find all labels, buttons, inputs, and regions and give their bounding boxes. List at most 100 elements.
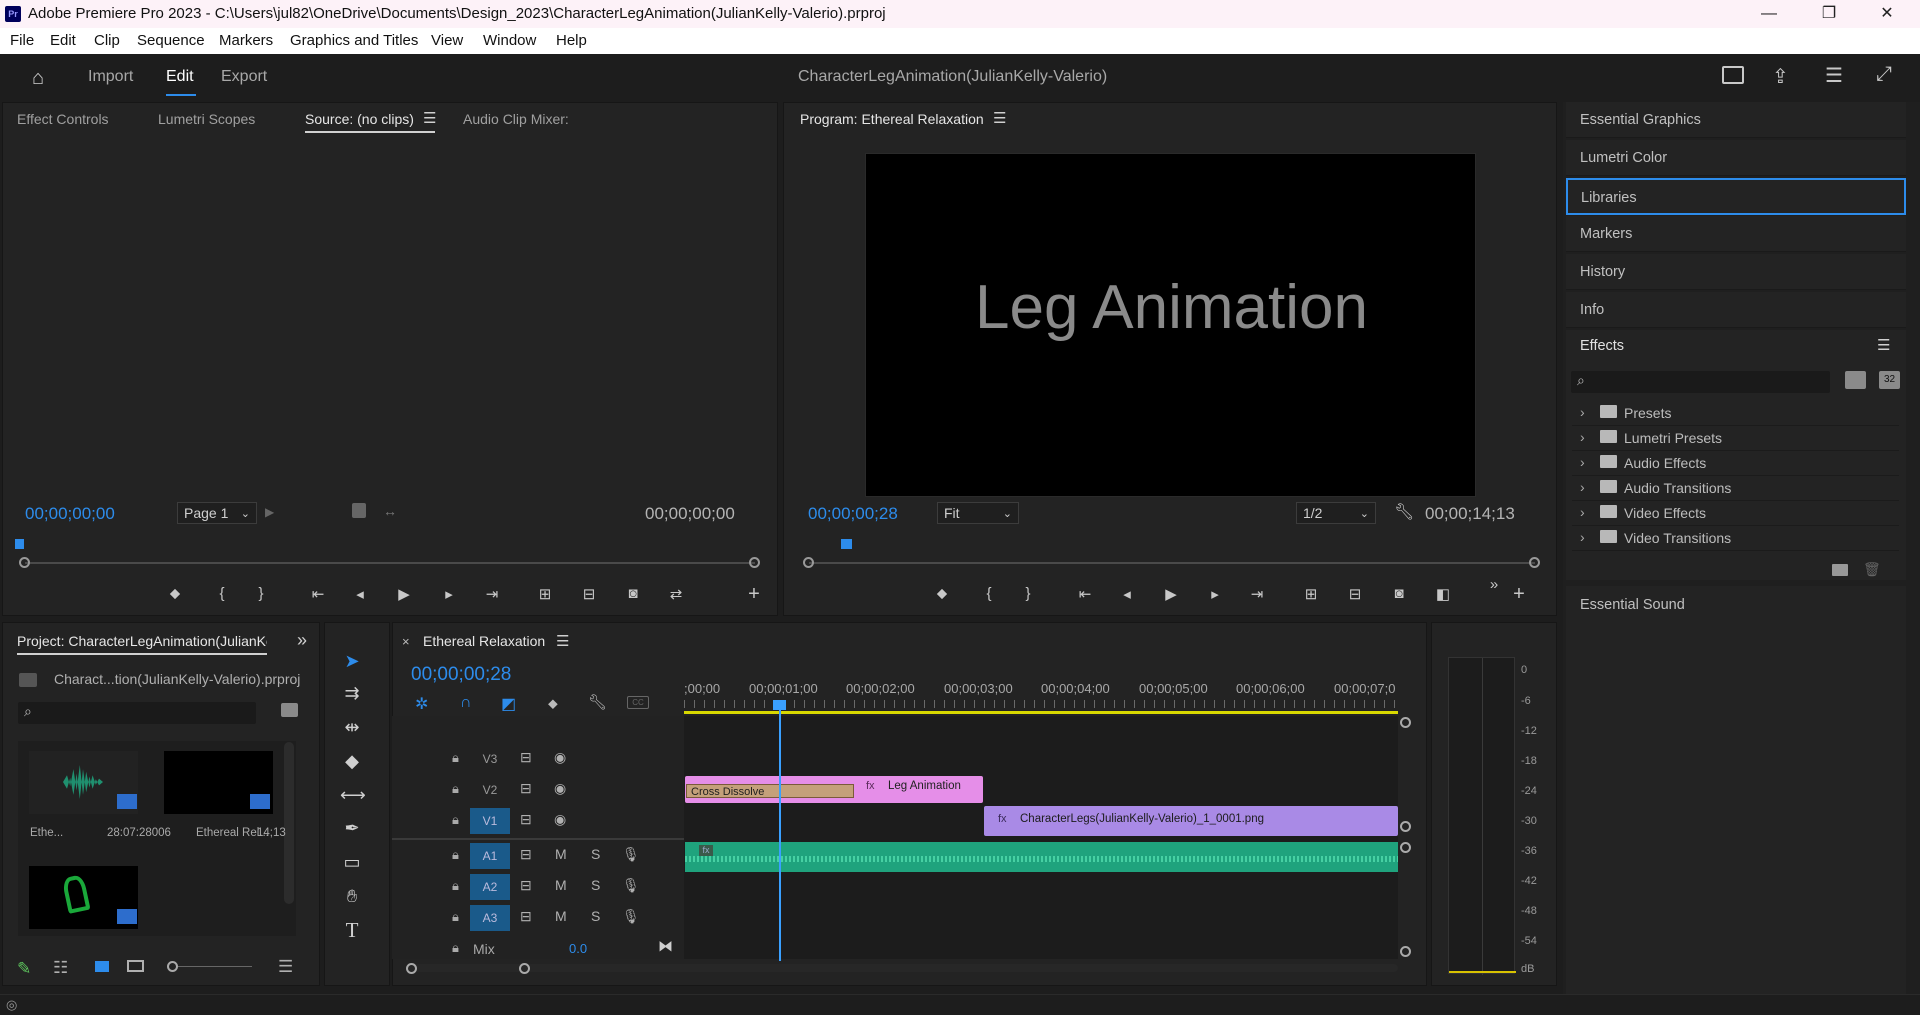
page-dropdown[interactable]: Page 1 ⌄ bbox=[177, 502, 257, 524]
sync-lock-icon[interactable]: ⊟ bbox=[520, 846, 532, 863]
eye-icon[interactable]: ◉ bbox=[554, 811, 566, 828]
program-preview[interactable]: Leg Animation bbox=[865, 153, 1476, 497]
nest-toggle-icon[interactable]: ✲ bbox=[415, 694, 428, 714]
scroll-handle-left[interactable] bbox=[19, 557, 30, 568]
timeline-panel-menu-icon[interactable]: ☰ bbox=[556, 632, 569, 650]
program-panel-menu-icon[interactable]: ☰ bbox=[993, 109, 1006, 127]
tab-source[interactable]: Source: (no clips) bbox=[305, 111, 414, 127]
track-name[interactable]: V1 bbox=[470, 808, 510, 834]
solo-button[interactable]: S bbox=[591, 877, 600, 893]
step-forward-icon[interactable]: ▸ bbox=[438, 585, 460, 603]
go-to-in-icon[interactable]: ⇤ bbox=[307, 585, 329, 603]
project-item-thumbnail[interactable] bbox=[29, 866, 138, 929]
more-controls-icon[interactable]: » bbox=[1483, 576, 1505, 593]
captions-icon[interactable]: CC bbox=[627, 696, 649, 709]
program-scroll-handle-left[interactable] bbox=[803, 557, 814, 568]
a-scroll-handle[interactable] bbox=[1400, 842, 1411, 853]
h-scroll-handle-right[interactable] bbox=[519, 963, 530, 974]
effects-panel-menu-icon[interactable]: ☰ bbox=[1877, 336, 1890, 354]
close-button[interactable]: ✕ bbox=[1864, 0, 1910, 28]
timeline-ruler-ticks[interactable] bbox=[684, 700, 1398, 708]
edit-workspace[interactable]: Edit bbox=[166, 68, 194, 86]
track-area[interactable] bbox=[684, 716, 1398, 959]
program-go-to-out-icon[interactable]: ⇥ bbox=[1246, 585, 1268, 603]
pencil-icon[interactable]: ✎ bbox=[17, 959, 31, 979]
menu-markers[interactable]: Markers bbox=[219, 32, 273, 49]
character-legs-clip[interactable]: fx CharacterLegs(JulianKelly-Valerio)_1_… bbox=[984, 806, 1398, 836]
menu-edit[interactable]: Edit bbox=[50, 32, 76, 49]
mark-out-icon[interactable]: } bbox=[250, 585, 272, 602]
export-frame-icon[interactable]: ◙ bbox=[622, 585, 644, 602]
fit-dropdown[interactable]: Fit ⌄ bbox=[937, 502, 1019, 524]
eye-icon[interactable]: ◉ bbox=[554, 749, 566, 766]
sort-icon[interactable]: ☰ bbox=[278, 957, 293, 977]
panel-menu-icon[interactable]: ☰ bbox=[423, 109, 436, 127]
timeline-playhead-line[interactable] bbox=[779, 708, 781, 961]
swap-icon[interactable]: ⇄ bbox=[665, 585, 687, 603]
lock-icon[interactable]: 🔒︎ bbox=[452, 750, 459, 766]
program-mark-in-icon[interactable]: { bbox=[978, 585, 1000, 602]
microphone-icon[interactable]: 🎙︎ bbox=[622, 877, 640, 894]
tab-audio-clip-mixer[interactable]: Audio Clip Mixer: bbox=[463, 111, 569, 127]
track-name[interactable]: V3 bbox=[470, 746, 510, 772]
accelerated-effects-icon[interactable] bbox=[1845, 371, 1866, 389]
program-playhead[interactable] bbox=[841, 539, 852, 549]
program-add-button-icon[interactable]: + bbox=[1508, 583, 1530, 606]
program-export-frame-icon[interactable]: ◙ bbox=[1388, 585, 1410, 602]
freeform-view-icon[interactable] bbox=[127, 960, 144, 972]
effects-item-presets[interactable]: › Presets bbox=[1572, 402, 1899, 426]
sync-lock-icon[interactable]: ⊟ bbox=[520, 877, 532, 894]
track-name[interactable]: V2 bbox=[470, 777, 510, 803]
mute-button[interactable]: M bbox=[555, 846, 567, 862]
project-search-input[interactable] bbox=[18, 702, 256, 724]
comparison-view-icon[interactable]: ◧ bbox=[1432, 585, 1454, 603]
effects-item-audio-effects[interactable]: › Audio Effects bbox=[1572, 452, 1899, 476]
share-icon[interactable]: ⇪ bbox=[1772, 64, 1789, 89]
track-name[interactable]: A3 bbox=[470, 905, 510, 931]
new-bin-icon[interactable] bbox=[1832, 564, 1848, 576]
track-name[interactable]: A2 bbox=[470, 874, 510, 900]
work-area-bar[interactable] bbox=[684, 711, 1398, 714]
insert-icon[interactable]: ⊞ bbox=[534, 585, 556, 603]
save-icon[interactable] bbox=[352, 503, 366, 518]
lock-icon[interactable]: 🔒︎ bbox=[452, 847, 459, 863]
a-scroll-handle[interactable] bbox=[1400, 946, 1411, 957]
menu-help[interactable]: Help bbox=[556, 32, 587, 49]
list-view-icon[interactable]: ☷ bbox=[53, 958, 68, 978]
lock-icon[interactable]: 🔒︎ bbox=[452, 812, 459, 828]
menu-file[interactable]: File bbox=[10, 32, 34, 49]
mix-value[interactable]: 0.0 bbox=[569, 941, 587, 956]
wrench-icon[interactable]: 🔧︎ bbox=[1394, 502, 1414, 522]
quick-export-icon[interactable] bbox=[1722, 66, 1744, 84]
source-playhead[interactable] bbox=[15, 539, 24, 549]
program-play-icon[interactable]: ▶ bbox=[1160, 585, 1182, 603]
hand-tool-icon[interactable]: ✋︎ bbox=[340, 884, 364, 908]
mute-button[interactable]: M bbox=[555, 877, 567, 893]
effects-item-video-effects[interactable]: › Video Effects bbox=[1572, 502, 1899, 526]
snap-magnet-icon[interactable]: ∩ bbox=[460, 694, 472, 712]
sync-lock-icon[interactable]: ⊟ bbox=[520, 908, 532, 925]
lock-icon[interactable]: 🔒︎ bbox=[452, 781, 459, 797]
slip-tool-icon[interactable]: ⟷ bbox=[340, 783, 366, 807]
play-icon[interactable]: ▶ bbox=[393, 585, 415, 603]
solo-button[interactable]: S bbox=[591, 846, 600, 862]
mark-in-icon[interactable]: { bbox=[211, 585, 233, 602]
lumetri-color-tab[interactable]: Lumetri Color bbox=[1566, 140, 1906, 176]
menu-view[interactable]: View bbox=[431, 32, 463, 49]
overwrite-icon[interactable]: ⊟ bbox=[578, 585, 600, 603]
program-scroll-handle-right[interactable] bbox=[1529, 557, 1540, 568]
effects-item-lumetri-presets[interactable]: › Lumetri Presets bbox=[1572, 427, 1899, 451]
lift-icon[interactable]: ⊞ bbox=[1300, 585, 1322, 603]
program-go-to-in-icon[interactable]: ⇤ bbox=[1074, 585, 1096, 603]
track-select-tool-icon[interactable]: ⇉ bbox=[340, 681, 364, 705]
menu-graphics-and-titles[interactable]: Graphics and Titles bbox=[290, 32, 418, 49]
program-mark-out-icon[interactable]: } bbox=[1017, 585, 1039, 602]
rectangle-tool-icon[interactable]: ▭ bbox=[340, 850, 364, 874]
v-scroll-handle[interactable] bbox=[1400, 821, 1411, 832]
type-tool-icon[interactable]: T bbox=[340, 918, 364, 942]
track-divider[interactable] bbox=[392, 838, 684, 840]
icon-view-icon[interactable] bbox=[95, 961, 109, 972]
new-search-bin-icon[interactable] bbox=[281, 703, 298, 717]
extract-icon[interactable]: ⊟ bbox=[1344, 585, 1366, 603]
program-add-marker-icon[interactable]: ⬥ bbox=[931, 585, 953, 602]
